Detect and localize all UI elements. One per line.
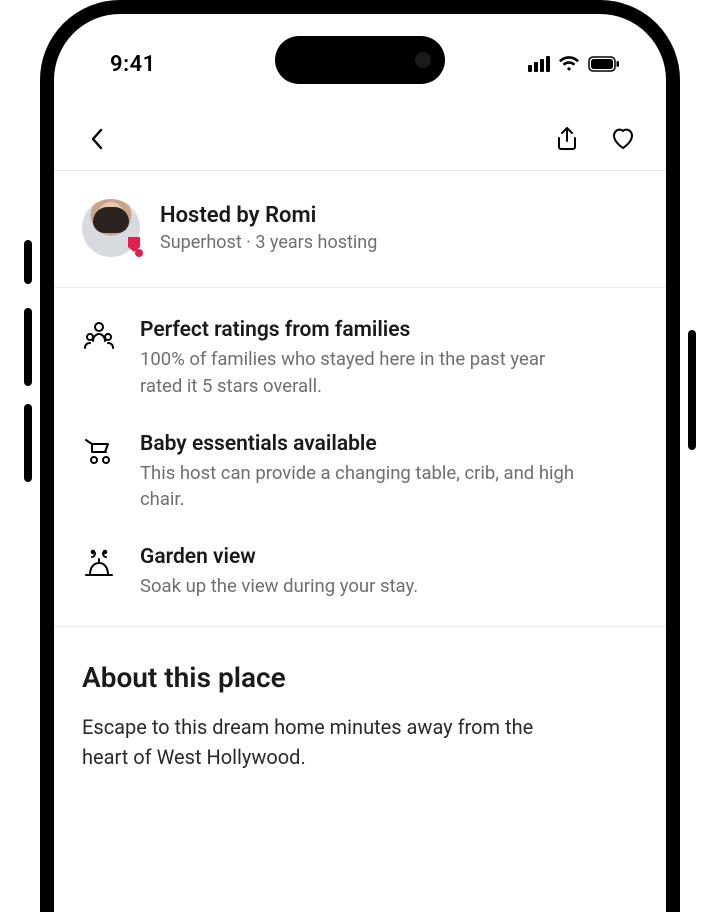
phone-side-button xyxy=(24,308,32,386)
battery-icon xyxy=(588,56,620,72)
about-body: Escape to this dream home minutes away f… xyxy=(82,712,582,772)
status-bar: 9:41 xyxy=(54,44,666,84)
highlight-desc: Soak up the view during your stay. xyxy=(140,573,418,600)
phone-screen: 9:41 xyxy=(54,14,666,912)
phone-frame: 9:41 xyxy=(40,0,680,912)
host-section[interactable]: Hosted by Romi Superhost · 3 years hosti… xyxy=(54,171,666,288)
about-section: About this place Escape to this dream ho… xyxy=(54,627,666,772)
status-indicators xyxy=(528,56,620,72)
highlight-title: Perfect ratings from families xyxy=(140,318,580,342)
family-icon xyxy=(82,320,116,354)
phone-side-button xyxy=(24,404,32,482)
about-heading: About this place xyxy=(82,661,638,694)
save-button[interactable] xyxy=(610,126,636,152)
highlight-title: Garden view xyxy=(140,545,418,569)
share-button[interactable] xyxy=(554,126,580,152)
highlight-item: Perfect ratings from families 100% of fa… xyxy=(82,318,638,400)
highlights-section: Perfect ratings from families 100% of fa… xyxy=(54,288,666,627)
highlight-desc: This host can provide a changing table, … xyxy=(140,460,580,514)
host-avatar xyxy=(82,199,140,257)
superhost-badge-icon xyxy=(122,235,146,259)
wifi-icon xyxy=(558,56,580,72)
highlight-item: Baby essentials available This host can … xyxy=(82,432,638,514)
stroller-icon xyxy=(82,434,116,468)
host-title: Hosted by Romi xyxy=(160,203,377,228)
share-icon xyxy=(555,126,579,152)
highlight-item: Garden view Soak up the view during your… xyxy=(82,545,638,600)
device-mockup: 9:41 xyxy=(0,0,720,912)
navbar xyxy=(54,110,666,171)
back-button[interactable] xyxy=(84,126,110,152)
highlight-title: Baby essentials available xyxy=(140,432,580,456)
host-subtitle: Superhost · 3 years hosting xyxy=(160,232,377,253)
cellular-icon xyxy=(528,56,550,72)
phone-side-button xyxy=(24,240,32,284)
screen-content: Hosted by Romi Superhost · 3 years hosti… xyxy=(54,110,666,912)
highlight-desc: 100% of families who stayed here in the … xyxy=(140,346,580,400)
phone-side-button xyxy=(688,330,696,450)
heart-icon xyxy=(610,127,636,151)
garden-icon xyxy=(82,547,116,581)
status-time: 9:41 xyxy=(110,52,156,77)
chevron-left-icon xyxy=(89,128,105,150)
